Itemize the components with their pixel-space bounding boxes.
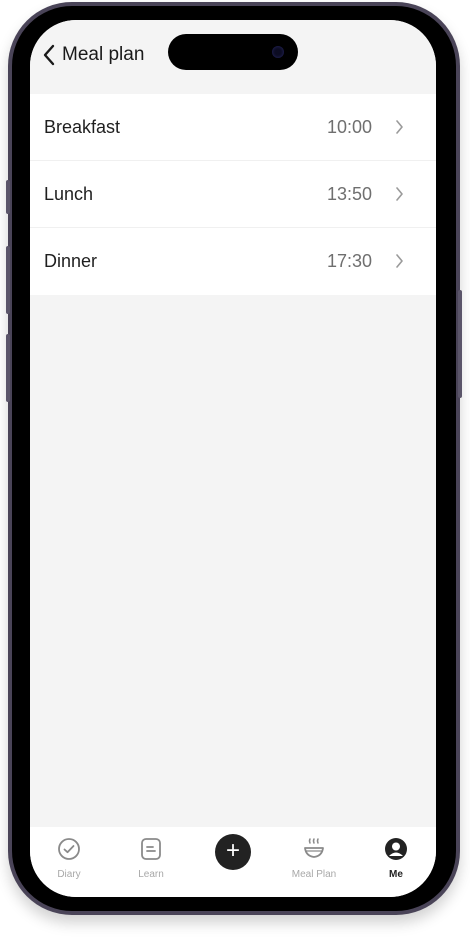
meal-row-dinner[interactable]: Dinner 17:30 <box>30 228 436 295</box>
tab-me[interactable]: Me <box>356 835 436 880</box>
page-title: Meal plan <box>62 44 145 65</box>
camera-icon <box>272 46 284 58</box>
tab-bar: Diary Learn + Meal Plan Me <box>30 827 436 897</box>
meal-time: 13:50 <box>326 183 372 204</box>
power-button <box>458 290 462 398</box>
add-button[interactable]: + <box>215 834 251 870</box>
tab-label: Meal Plan <box>291 869 337 880</box>
note-icon <box>111 835 191 863</box>
tab-learn[interactable]: Learn <box>111 835 191 880</box>
dynamic-island <box>168 34 298 70</box>
chevron-left-icon <box>42 43 56 67</box>
tab-label: Learn <box>138 869 164 880</box>
action-button <box>6 180 10 214</box>
meal-label: Dinner <box>44 251 98 271</box>
plus-icon: + <box>225 837 240 864</box>
meal-row-breakfast[interactable]: Breakfast 10:00 <box>30 94 436 161</box>
tab-label: Me <box>389 869 403 880</box>
meal-time: 10:00 <box>326 116 372 137</box>
volume-up-button <box>6 246 10 314</box>
volume-down-button <box>6 334 10 402</box>
meal-label: Lunch <box>44 183 94 204</box>
tab-meal-plan[interactable]: Meal Plan <box>274 835 354 880</box>
tab-label: Diary <box>57 869 81 880</box>
check-circle-icon <box>30 835 109 863</box>
meal-row-lunch[interactable]: Lunch 13:50 <box>30 161 436 228</box>
meal-list: Breakfast 10:00 Lunch 13:50 Dinner 17:30 <box>30 94 436 295</box>
screen: Meal plan Breakfast 10:00 Lunch 13:50 Di… <box>30 20 436 897</box>
chevron-right-icon <box>395 120 404 139</box>
chevron-right-icon <box>395 254 404 273</box>
steaming-bowl-icon <box>274 835 354 863</box>
user-icon <box>356 835 436 863</box>
meal-time: 17:30 <box>326 251 372 271</box>
tab-diary[interactable]: Diary <box>30 835 109 880</box>
chevron-right-icon <box>395 187 404 206</box>
back-button[interactable]: Meal plan <box>42 40 144 70</box>
meal-label: Breakfast <box>44 116 121 137</box>
